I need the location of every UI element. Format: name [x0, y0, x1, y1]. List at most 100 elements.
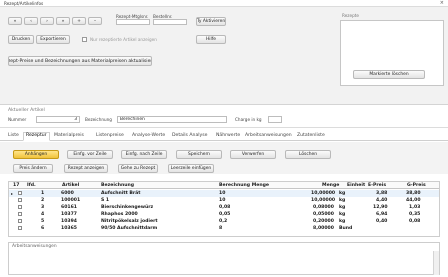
col-bezeichnung: Bezeichnung	[101, 183, 135, 188]
col-gpreis: G-Preis	[407, 183, 426, 188]
row-gpreis: 44,00	[406, 198, 421, 203]
row-checkbox[interactable]	[18, 198, 22, 202]
charge-label: Charge in kg	[235, 117, 262, 122]
row-einheit: kg	[339, 205, 346, 210]
anhaengen-button[interactable]: Anhängen	[13, 150, 59, 159]
tab-bar: Liste Rezeptur Materialpreis Listenpreis…	[0, 132, 448, 141]
row-berechnung: 0,05	[219, 212, 231, 217]
row-artikel: 6000	[61, 191, 74, 196]
row-epreis: 0,40	[376, 219, 388, 224]
bezeichnung-field[interactable]: Berechinen	[117, 116, 227, 123]
only-recipe-checkbox[interactable]	[82, 37, 87, 42]
filter1-input[interactable]	[116, 19, 150, 25]
row-checkbox[interactable]	[18, 226, 22, 230]
last-record-button[interactable]: »	[56, 17, 70, 25]
prev-record-button[interactable]: ‹	[24, 17, 38, 25]
tab-analyse-werte[interactable]: Analyse-Werte	[132, 133, 165, 138]
row-menge: 10,00000	[311, 191, 336, 196]
filter2-input[interactable]	[153, 19, 187, 25]
table-row[interactable]: 6 10365 90/50 Aufschnittdarm 8 8,00000 B…	[9, 225, 439, 232]
row-epreis: 12,90	[373, 205, 388, 210]
verwerfen-button[interactable]: Verwerfen	[230, 150, 276, 159]
row-berechnung: 10	[219, 191, 226, 196]
loeschen-button[interactable]: Löschen	[285, 150, 331, 159]
row-menge: 0,20000	[313, 219, 334, 224]
row-bezeichnung: S 1	[101, 198, 110, 203]
row-einheit: kg	[339, 219, 346, 224]
hilfe-button[interactable]: Hilfe	[196, 35, 226, 44]
row-gpreis: 0,35	[409, 212, 421, 217]
tab-naehrwerte[interactable]: Nährwerte	[216, 133, 240, 138]
delete-record-button[interactable]: –	[88, 17, 102, 25]
row-berechnung: 0,2	[219, 219, 228, 224]
row-berechnung: 10	[219, 198, 226, 203]
row-nr: 1	[41, 191, 45, 196]
tab-arbeitsanweisungen[interactable]: Arbeitsanweisungen	[245, 133, 292, 138]
activate-button[interactable]: Ty Aktivieren	[196, 17, 226, 26]
first-record-button[interactable]: «	[8, 17, 22, 25]
top-panel: « ‹ › » + – Rezept-Mtglsnr. Bestellnr. T…	[0, 7, 448, 105]
tab-materialpreis[interactable]: Materialpreis	[54, 133, 84, 138]
drucken-button[interactable]: Drucken	[8, 35, 34, 44]
add-record-button[interactable]: +	[72, 17, 86, 25]
row-berechnung: 0,08	[219, 205, 231, 210]
tab-rezeptur[interactable]: Rezeptur	[23, 132, 50, 141]
row-artikel: 10394	[61, 219, 77, 224]
current-article-title: Aktueller Artikel	[8, 108, 45, 113]
row-gpreis: 0,08	[409, 219, 421, 224]
delete-marked-button[interactable]: Markierte löschen	[353, 70, 425, 79]
row-checkbox[interactable]	[18, 191, 22, 195]
table-row[interactable]: 5 10394 Nitritpökelsalz jodiert 0,2 0,20…	[9, 218, 439, 225]
insert-before-button[interactable]: Einfg. vor Zeile	[67, 150, 113, 159]
row-einheit: kg	[339, 198, 346, 203]
bezeichnung-label: Bezeichnung	[85, 117, 112, 122]
row-einheit: kg	[339, 191, 346, 196]
row-nr: 4	[41, 212, 45, 217]
row-einheit: kg	[339, 212, 346, 217]
tab-listenpreise[interactable]: Listenpreise	[96, 133, 124, 138]
window-title: Rezept/Artikelinfos	[4, 1, 44, 6]
row-nr: 6	[41, 226, 45, 231]
row-gpreis: 38,80	[406, 191, 421, 196]
gehe-zu-rezept-button[interactable]: Gehe zu Rezept	[118, 164, 158, 173]
row-bezeichnung: Aufschnitt Brät	[101, 191, 141, 196]
exportieren-button[interactable]: Exportieren	[36, 35, 70, 44]
tab-zutatenliste[interactable]: Zutatenliste	[297, 133, 325, 138]
title-bar: Rezept/Artikelinfos ×	[0, 0, 448, 7]
row-checkbox[interactable]	[18, 205, 22, 209]
nummer-label: Nummer	[8, 117, 27, 122]
next-record-button[interactable]: ›	[40, 17, 54, 25]
charge-field[interactable]	[268, 116, 282, 123]
memo-label: Rezepte	[342, 13, 359, 18]
leerzeile-button[interactable]: Leerzeile einfügen	[168, 164, 214, 173]
col-ifd: Ifd.	[27, 183, 36, 188]
table-row[interactable]: ▸ 1 6000 Aufschnitt Brät 10 10,00000 kg …	[9, 190, 439, 197]
table-row[interactable]: 3 60161 Bierschinkengewürz 0,08 0,08000 …	[9, 204, 439, 211]
preis-aendern-button[interactable]: Preis ändern	[13, 164, 53, 173]
row-menge: 10,00000	[311, 198, 336, 203]
col-berechnung: Berechnung Menge	[219, 183, 270, 188]
row-checkbox[interactable]	[18, 219, 22, 223]
grid-count: 17	[13, 183, 20, 188]
col-menge: Menge	[322, 183, 340, 188]
insert-after-button[interactable]: Einfg. nach Zeile	[121, 150, 167, 159]
update-prices-button[interactable]: Rezept-Preise und Bezeichnungen aus Mate…	[8, 56, 152, 66]
rezept-anzeigen-button[interactable]: Rezept anzeigen	[64, 164, 108, 173]
tab-details-analyse[interactable]: Details Analyse	[172, 133, 207, 138]
nummer-field[interactable]: 3	[36, 116, 80, 123]
notes-scrollbar[interactable]	[433, 251, 439, 275]
row-menge: 0,05000	[313, 212, 334, 217]
table-row[interactable]: 2 100001 S 1 10 10,00000 kg 4,40 44,00	[9, 197, 439, 204]
row-epreis: 6,94	[376, 212, 388, 217]
speichern-button[interactable]: Speichern	[176, 150, 222, 159]
work-instructions-label: Arbeitsanweisungen	[12, 244, 57, 249]
col-einheit: Einheit	[347, 183, 366, 188]
close-icon[interactable]: ×	[440, 0, 444, 6]
row-bezeichnung: Rhaphos 2000	[101, 212, 138, 217]
tab-liste[interactable]: Liste	[8, 133, 19, 138]
row-berechnung: 8	[219, 226, 223, 231]
row-epreis: 3,88	[376, 191, 388, 196]
table-row[interactable]: 4 10377 Rhaphos 2000 0,05 0,05000 kg 6,9…	[9, 211, 439, 218]
row-checkbox[interactable]	[18, 212, 22, 216]
work-instructions-panel[interactable]: Arbeitsanweisungen	[8, 242, 440, 275]
